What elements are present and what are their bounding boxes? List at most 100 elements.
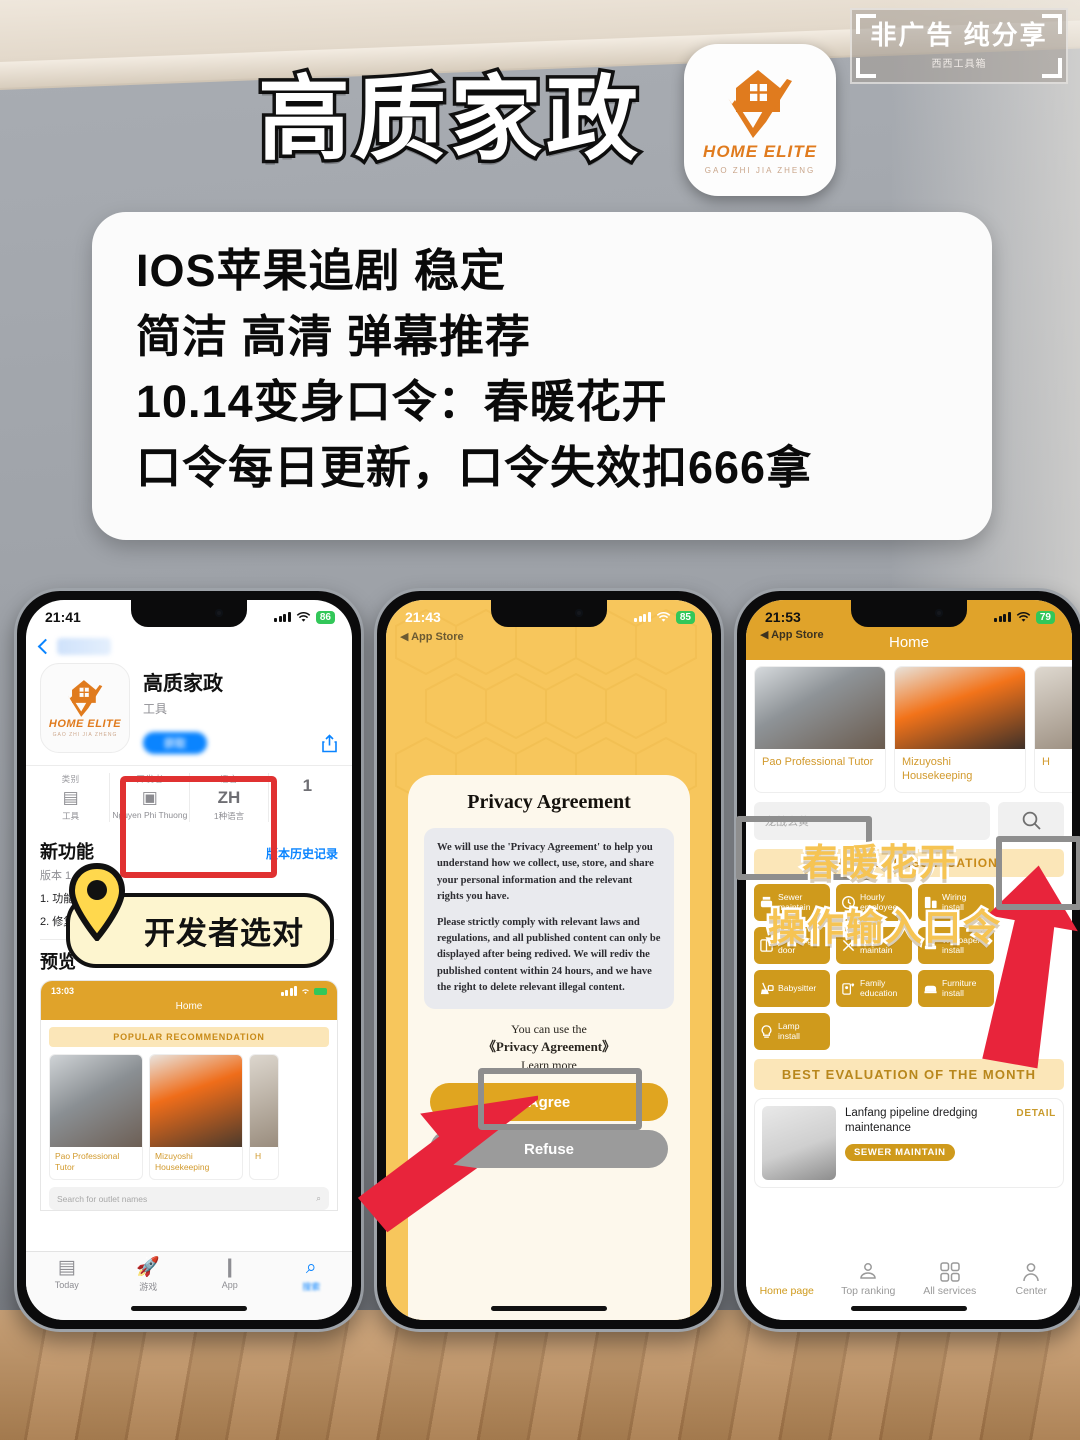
- app-icon: HOME ELITE GAO ZHI JIA ZHENG: [40, 663, 130, 753]
- tab-label: Top ranking: [841, 1285, 896, 1297]
- instruction-overlay-text: 操作输入口令: [766, 905, 1003, 951]
- badge-main-text: 非广告 纯分享: [870, 20, 1048, 50]
- preview-search-field[interactable]: Search for outlet names ⌕: [49, 1187, 329, 1211]
- tab-center[interactable]: Center: [991, 1262, 1073, 1297]
- share-icon[interactable]: [321, 733, 338, 753]
- stack-icon: ❙: [221, 1257, 238, 1278]
- service-label: Lamp install: [778, 1020, 800, 1042]
- card-image: [755, 667, 885, 749]
- preview-card-image: [50, 1055, 142, 1148]
- app-icon-pinyin: GAO ZHI JIA ZHENG: [52, 732, 118, 738]
- tab-search[interactable]: ⌕ 搜索: [271, 1258, 353, 1293]
- developer-callout: 开发者选对: [66, 863, 334, 968]
- recommendation-card-partial[interactable]: H: [1034, 666, 1072, 793]
- tab-label: Today: [54, 1280, 79, 1290]
- developer-highlight-box: [120, 776, 277, 878]
- service-label: Family education: [860, 977, 898, 999]
- privacy-paragraph-1: We will use the 'Privacy Agreement' to h…: [437, 842, 654, 903]
- promo-line-4: 口令每日更新，口令失效扣666拿: [136, 442, 813, 494]
- status-indicators: 86: [274, 610, 335, 624]
- evaluation-detail-link[interactable]: DETAIL: [1016, 1106, 1056, 1180]
- search-button[interactable]: [998, 801, 1064, 840]
- info-key: 类别: [61, 774, 80, 784]
- promo-text-card: IOS苹果追剧 稳定 简洁 高清 弹幕推荐 10.14变身口令：春暖花开 口令每…: [92, 212, 992, 540]
- preview-card-partial[interactable]: H: [249, 1054, 279, 1181]
- info-cell-age: 1: [269, 773, 346, 822]
- back-button[interactable]: 搜索结果: [26, 634, 352, 657]
- privacy-title: Privacy Agreement: [467, 791, 631, 813]
- evaluation-item[interactable]: Lanfang pipeline dredging maintenance SE…: [754, 1097, 1064, 1188]
- preview-card[interactable]: Mizuyoshi Housekeeping: [149, 1054, 243, 1181]
- service-family-education[interactable]: Family education: [836, 969, 912, 1007]
- preview-screenshot[interactable]: 13:03 Home POPULAR RECOMMENDATION Pao Pr…: [40, 980, 338, 1212]
- card-caption: Pao Professional Tutor: [762, 756, 874, 768]
- whats-new-title: 新功能: [40, 842, 94, 863]
- evaluation-image: [762, 1105, 836, 1180]
- tab-today[interactable]: ▤ Today: [26, 1258, 108, 1290]
- privacy-foot-line-1: You can use the: [511, 1021, 587, 1036]
- tab-label: Center: [1015, 1285, 1047, 1297]
- preview-status-bar: 13:03: [51, 986, 327, 997]
- promo-line-1: IOS苹果追剧 稳定: [136, 245, 507, 296]
- tab-label: App: [221, 1280, 238, 1290]
- location-pin-icon: [68, 863, 126, 941]
- preview-card-image: [250, 1055, 278, 1148]
- home-indicator: [491, 1306, 607, 1311]
- status-indicators: 85: [634, 610, 695, 624]
- wifi-icon: [656, 611, 671, 622]
- front-camera-icon: [575, 609, 583, 617]
- search-icon: ⌕: [305, 1257, 317, 1278]
- battery-badge: 85: [675, 610, 695, 624]
- recommendation-card[interactable]: Pao Professional Tutor: [754, 666, 886, 793]
- recommendation-card[interactable]: Mizuyoshi Housekeeping: [894, 666, 1026, 793]
- home-indicator: [131, 1306, 247, 1311]
- preview-search-placeholder: Search for outlet names: [57, 1193, 148, 1204]
- tab-apps[interactable]: ❙ App: [189, 1258, 271, 1290]
- privacy-foot-line-2: 《Privacy Agreement》: [482, 1039, 616, 1055]
- bed-icon: [924, 985, 937, 993]
- app-actions: 获取: [143, 732, 338, 754]
- info-cell-category: 类别 ▤ 工具: [32, 773, 111, 823]
- hero-app-icon: HOME ELITE GAO ZHI JIA ZHENG: [684, 44, 836, 196]
- status-time: 21:41: [45, 609, 81, 625]
- notch: [491, 600, 607, 627]
- front-camera-icon: [935, 609, 943, 617]
- tab-home-page[interactable]: Home page: [746, 1262, 828, 1297]
- search-button-highlight-box: [996, 836, 1080, 910]
- card-image: [895, 667, 1025, 749]
- tab-label: 搜索: [302, 1282, 321, 1292]
- card-image: [1035, 667, 1072, 749]
- preview-card-row: Pao Professional Tutor Mizuyoshi Houseke…: [41, 1047, 337, 1181]
- preview-card-caption: H: [255, 1151, 262, 1162]
- wifi-icon: [302, 989, 309, 995]
- back-to-app-store-link[interactable]: ◀ App Store: [760, 628, 824, 641]
- back-label: App Store: [411, 631, 464, 643]
- get-button[interactable]: 获取: [143, 732, 207, 754]
- cellular-icon: [634, 612, 651, 622]
- back-to-app-store-link[interactable]: ◀ App Store: [400, 630, 464, 643]
- notch: [131, 600, 247, 627]
- tab-games[interactable]: 🚀 游戏: [108, 1258, 190, 1293]
- page-title: 高质家政: [254, 69, 643, 171]
- today-icon: ▤: [57, 1257, 76, 1278]
- preview-card[interactable]: Pao Professional Tutor: [49, 1054, 143, 1181]
- preview-app-top: 13:03 Home: [41, 981, 337, 1021]
- chevron-left-icon: [37, 638, 54, 655]
- service-lamp-install[interactable]: Lamp install: [754, 1012, 830, 1050]
- tab-all-services[interactable]: All services: [909, 1262, 991, 1297]
- tab-label: All services: [923, 1285, 977, 1297]
- badge-sub-text: 西西工具箱: [931, 59, 987, 70]
- family-icon: [842, 982, 855, 995]
- front-camera-icon: [215, 609, 223, 617]
- service-babysitter[interactable]: Babysitter: [754, 969, 830, 1007]
- rocket-icon: 🚀: [136, 1257, 161, 1278]
- tab-top-ranking[interactable]: Top ranking: [828, 1262, 910, 1297]
- preview-card-image: [150, 1055, 242, 1148]
- recommendation-card-row: Pao Professional Tutor Mizuyoshi Houseke…: [746, 660, 1072, 793]
- status-time: 21:43: [405, 609, 441, 625]
- evaluation-title: Lanfang pipeline dredging maintenance: [845, 1106, 978, 1135]
- preview-card-caption: Mizuyoshi Housekeeping: [155, 1151, 210, 1173]
- status-time: 21:53: [765, 609, 801, 625]
- privacy-paragraph-2: Please strictly comply with relevant law…: [437, 916, 661, 994]
- back-label: App Store: [771, 629, 824, 641]
